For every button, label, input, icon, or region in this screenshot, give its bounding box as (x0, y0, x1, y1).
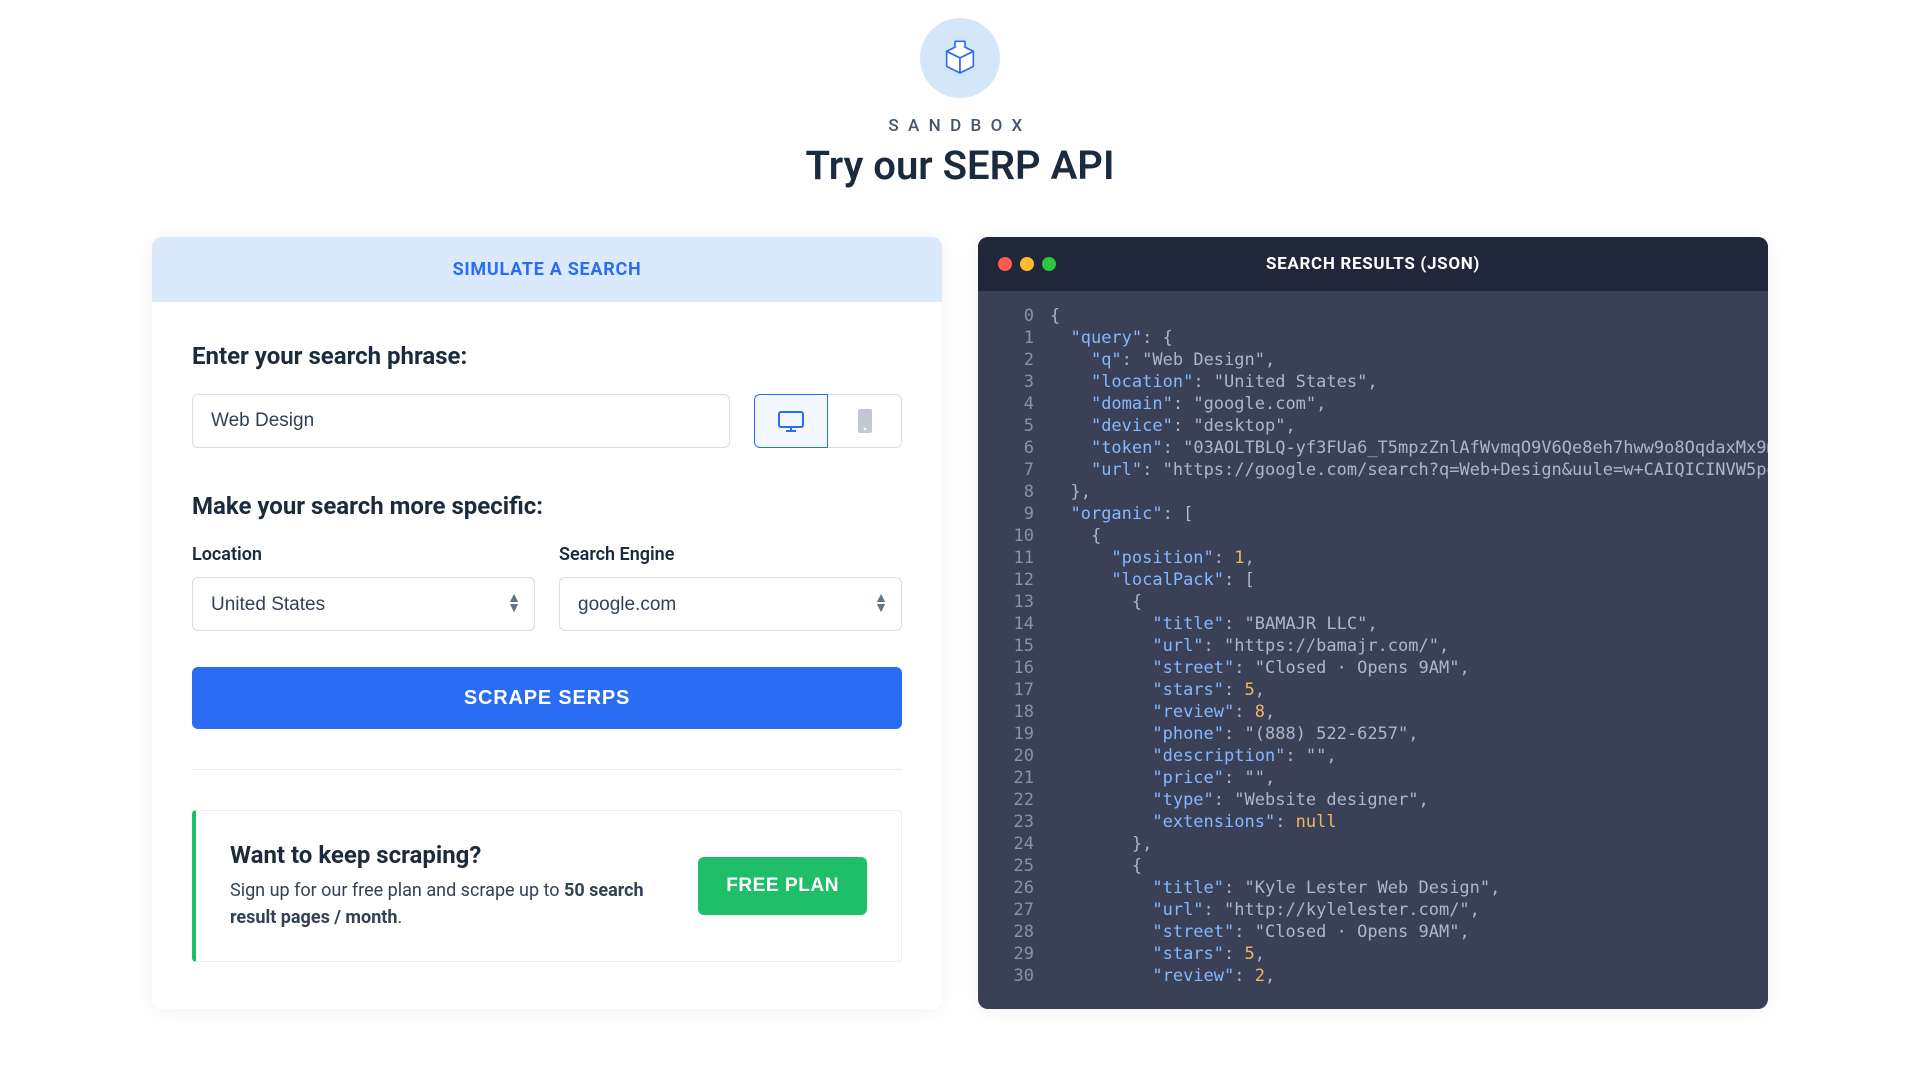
scrape-button[interactable]: SCRAPE SERPS (192, 667, 902, 729)
specific-label: Make your search more specific: (192, 492, 902, 520)
location-label: Location (192, 544, 535, 565)
desktop-icon (777, 409, 805, 433)
promo-subtitle: Sign up for our free plan and scrape up … (230, 877, 674, 931)
results-panel: SEARCH RESULTS (JSON) 012345678910111213… (978, 237, 1768, 1009)
mobile-icon (857, 408, 873, 434)
engine-select[interactable]: google.com (559, 577, 902, 631)
promo-title: Want to keep scraping? (230, 841, 674, 869)
simulate-panel: SIMULATE A SEARCH Enter your search phra… (152, 237, 942, 1009)
chevron-updown-icon: ▲▼ (874, 594, 888, 614)
engine-label: Search Engine (559, 544, 902, 565)
device-desktop-button[interactable] (754, 394, 828, 448)
search-phrase-input[interactable] (192, 394, 730, 448)
divider (192, 769, 902, 770)
box-icon (920, 18, 1000, 98)
hero-eyebrow: SANDBOX (0, 116, 1920, 136)
chevron-updown-icon: ▲▼ (507, 594, 521, 614)
location-select[interactable]: United States (192, 577, 535, 631)
free-plan-button[interactable]: FREE PLAN (698, 857, 867, 915)
json-output: { "query": { "q": "Web Design", "locatio… (1050, 305, 1768, 1009)
phrase-label: Enter your search phrase: (192, 342, 902, 370)
promo-box: Want to keep scraping? Sign up for our f… (192, 810, 902, 962)
hero-title: Try our SERP API (0, 142, 1920, 189)
simulate-header: SIMULATE A SEARCH (152, 237, 942, 302)
device-mobile-button[interactable] (828, 394, 902, 448)
results-title: SEARCH RESULTS (JSON) (978, 254, 1768, 274)
line-gutter: 0123456789101112131415161718192021222324… (978, 305, 1050, 1009)
